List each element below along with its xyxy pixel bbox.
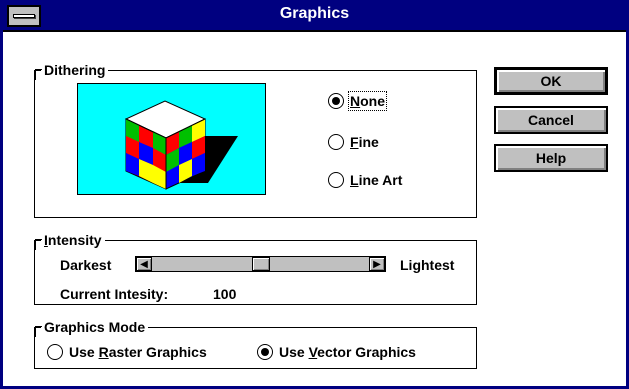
cancel-button[interactable]: Cancel xyxy=(494,106,608,134)
radio-selected-icon xyxy=(328,93,344,109)
dither-fine-label: Fine xyxy=(350,134,379,150)
graphics-dialog: Graphics Dithering None Fine Line Art OK… xyxy=(0,0,629,389)
intensity-slider[interactable]: ◀ ▶ xyxy=(135,256,386,272)
lightest-label: Lightest xyxy=(400,257,455,273)
raster-graphics-label: Use Raster Graphics xyxy=(69,344,207,360)
radio-selected-icon xyxy=(257,344,273,360)
dither-none-label: None xyxy=(347,91,388,111)
raster-graphics-radio[interactable]: Use Raster Graphics xyxy=(47,344,207,360)
darkest-label: Darkest xyxy=(60,257,112,273)
radio-empty-icon xyxy=(47,344,63,360)
graphics-mode-label: Graphics Mode xyxy=(34,318,149,337)
dithering-preview-image xyxy=(77,83,266,195)
dithering-label: Dithering xyxy=(34,61,109,80)
scroll-right-arrow-icon[interactable]: ▶ xyxy=(369,257,385,271)
title-bar[interactable]: Graphics xyxy=(3,0,626,32)
intensity-label: Intensity xyxy=(35,231,105,250)
radio-empty-icon xyxy=(328,172,344,188)
dither-line-art-label: Line Art xyxy=(350,172,403,188)
current-intensity-value: 100 xyxy=(213,286,237,302)
vector-graphics-label: Use Vector Graphics xyxy=(279,344,416,360)
window-title: Graphics xyxy=(279,5,350,22)
dither-line-art-radio[interactable]: Line Art xyxy=(328,172,402,188)
current-intensity-label: Current Intesity: xyxy=(60,286,169,302)
vector-graphics-radio[interactable]: Use Vector Graphics xyxy=(257,344,416,360)
dither-none-radio[interactable]: None xyxy=(328,91,388,111)
help-button[interactable]: Help xyxy=(494,144,608,172)
radio-empty-icon xyxy=(328,134,344,150)
ok-button[interactable]: OK xyxy=(494,67,608,95)
cube-preview-icon xyxy=(124,100,238,190)
dither-fine-radio[interactable]: Fine xyxy=(328,134,379,150)
intensity-slider-thumb[interactable] xyxy=(252,257,270,271)
scroll-left-arrow-icon[interactable]: ◀ xyxy=(136,257,152,271)
